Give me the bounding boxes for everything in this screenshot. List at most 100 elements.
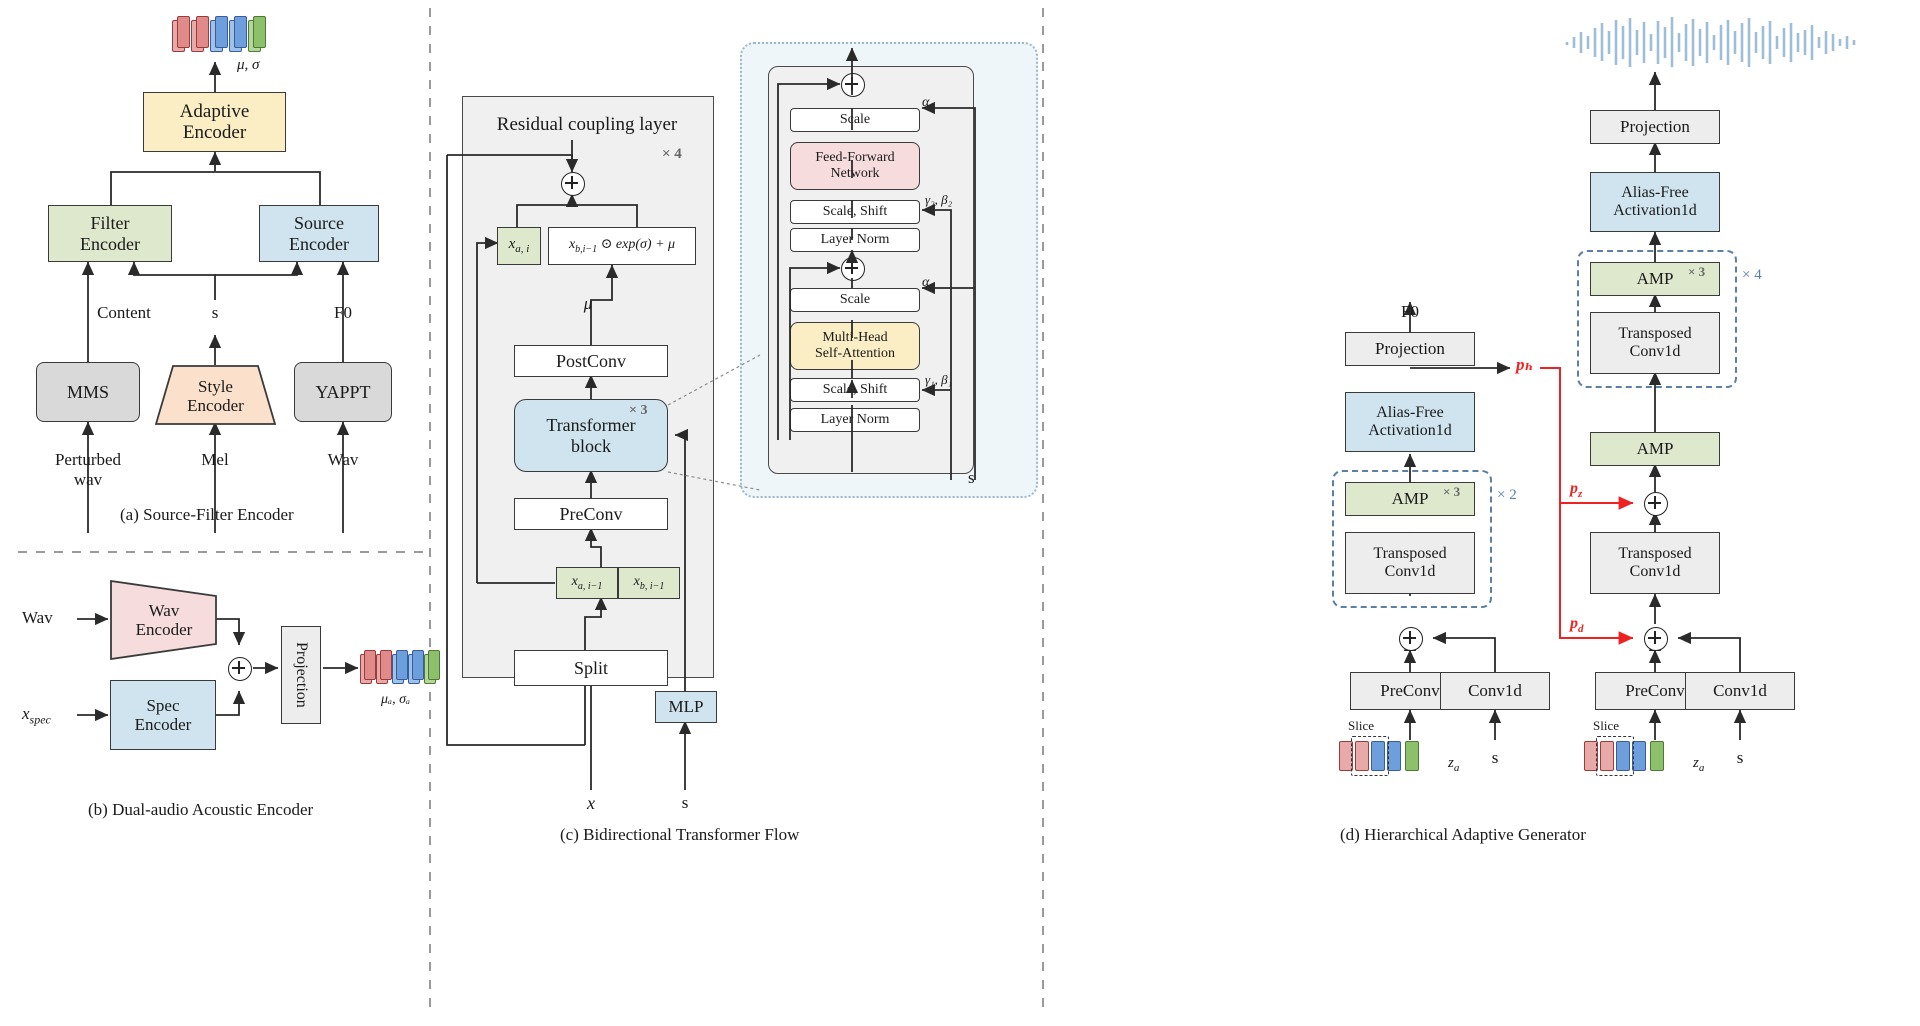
label-mu-c: μ [583,294,593,313]
block-label: Projection [292,642,310,708]
block-layer-norm-2[interactable]: Layer Norm [790,228,920,252]
block-label: Style Encoder [187,376,244,415]
caption-panel-b: (b) Dual-audio Acoustic Encoder [88,800,314,819]
block-label: Layer Norm [820,232,890,248]
block-label: Source Encoder [289,213,349,254]
block-projection-d-left[interactable]: Projection [1345,332,1475,366]
label-x-c: x [587,793,595,813]
latent-tokens-a [170,16,266,52]
block-label: xb, i−1 [633,574,665,592]
add-operator-d-right-upper [1644,492,1668,516]
block-x-a-i[interactable]: xa, i [497,227,541,265]
block-amp-mid-right[interactable]: AMP [1590,432,1720,466]
residual-coupling-title: Residual coupling layer [496,114,678,135]
block-label: Projection [1375,339,1445,359]
add-operator-b [228,657,252,681]
latent-tokens-b [358,650,440,684]
block-layer-norm-1[interactable]: Layer Norm [790,408,920,432]
block-label: Spec Encoder [134,695,192,734]
block-label: Adaptive Encoder [179,100,250,143]
block-label: PreConv [1625,681,1685,701]
add-operator-detail-bottom [841,257,865,281]
label-alpha1: α₁ [922,275,935,290]
block-label: Alias-Free Activation1d [1368,404,1452,439]
label-gamma-beta-2: γ₂, β₂ [925,192,953,207]
block-conv1d-right[interactable]: Conv1d [1685,672,1795,710]
block-mlp[interactable]: MLP [655,691,717,723]
add-operator-d-right-lower [1644,627,1668,651]
add-operator-detail-top [841,73,865,97]
label-wav-b: Wav [22,608,53,627]
block-label: Conv1d [1468,681,1522,701]
block-scale-top[interactable]: Scale [790,108,920,132]
block-label: AMP [1636,439,1674,459]
label-p-h: pₕ [1516,355,1534,374]
block-label: AMP [1636,269,1674,289]
block-conv1d-left[interactable]: Conv1d [1440,672,1550,710]
block-x-a-im1[interactable]: xa, i−1 [556,567,618,599]
block-label: Transposed Conv1d [1373,545,1447,580]
block-projection-b[interactable]: Projection [281,626,321,724]
block-filter-encoder[interactable]: Filter Encoder [48,205,172,262]
amp-group-repeat-right: × 4 [1742,267,1762,283]
label-p-z: pz [1570,480,1583,501]
block-projection-d-right[interactable]: Projection [1590,110,1720,144]
label-s-d-right: s [1736,748,1744,767]
amp-repeat-left: × 3 [1443,484,1461,499]
block-affine-transform[interactable]: xb,i−1 ⊙ exp(σ) + μ [548,227,696,265]
label-wav-a: Wav [327,450,359,469]
architecture-figure: Adaptive Encoder Filter Encoder Source E… [0,0,1920,1026]
label-slice-left: Slice [1348,718,1374,733]
label-s-detail: s [968,468,975,487]
block-scale-bottom[interactable]: Scale [790,288,920,312]
label-f0-a: F0 [334,303,352,322]
block-scale-shift-1[interactable]: Scale, Shift [790,378,920,402]
block-source-encoder[interactable]: Source Encoder [259,205,379,262]
latent-tokens-d-left [1337,736,1447,776]
caption-panel-a: (a) Source-Filter Encoder [120,505,294,524]
block-multi-head-self-attention[interactable]: Multi-Head Self-Attention [790,322,920,370]
label-s-d-left: s [1491,748,1499,767]
block-label: Filter Encoder [80,213,140,254]
block-style-encoder[interactable]: Style Encoder [155,365,276,425]
block-label: Layer Norm [820,412,890,428]
block-label: Scale [839,112,871,128]
block-yappt[interactable]: YAPPT [294,362,392,422]
block-transposed-conv-bot-right[interactable]: Transposed Conv1d [1590,532,1720,594]
block-label: Scale, Shift [822,382,888,398]
block-postconv[interactable]: PostConv [514,345,668,377]
block-adaptive-encoder[interactable]: Adaptive Encoder [143,92,286,152]
block-label: Transposed Conv1d [1618,325,1692,360]
label-mu-sigma-b: μₐ, σₐ [381,692,411,707]
block-label: Conv1d [1713,681,1767,701]
block-label: MMS [66,381,110,402]
block-label: Alias-Free Activation1d [1613,184,1697,219]
caption-panel-c: (c) Bidirectional Transformer Flow [560,825,800,844]
block-preconv[interactable]: PreConv [514,498,668,530]
block-alias-free-right[interactable]: Alias-Free Activation1d [1590,172,1720,232]
block-transposed-conv-left[interactable]: Transposed Conv1d [1345,532,1475,594]
block-label: xa, i−1 [571,574,603,592]
amp-repeat-right: × 3 [1688,264,1706,279]
label-mel: Mel [201,450,229,469]
label-content: Content [97,303,151,322]
block-transposed-conv-top-right[interactable]: Transposed Conv1d [1590,312,1720,374]
block-label: YAPPT [315,381,371,402]
block-split[interactable]: Split [514,650,668,686]
amp-group-repeat-left: × 2 [1497,487,1517,503]
label-s-c: s [681,793,689,812]
block-scale-shift-2[interactable]: Scale, Shift [790,200,920,224]
label-alpha2: α₂ [922,95,935,110]
block-label: AMP [1391,489,1429,509]
label-za-right: za [1693,755,1705,774]
block-x-b-im1[interactable]: xb, i−1 [618,567,680,599]
block-wav-encoder[interactable]: Wav Encoder [110,580,218,660]
block-spec-encoder[interactable]: Spec Encoder [110,680,216,750]
block-mms[interactable]: MMS [36,362,140,422]
block-feed-forward-network[interactable]: Feed-Forward Network [790,142,920,190]
latent-tokens-d-right [1582,736,1692,776]
residual-coupling-repeat: × 4 [662,146,682,162]
block-label: Wav Encoder [135,600,193,639]
block-label: Split [573,657,608,678]
block-alias-free-left[interactable]: Alias-Free Activation1d [1345,392,1475,452]
